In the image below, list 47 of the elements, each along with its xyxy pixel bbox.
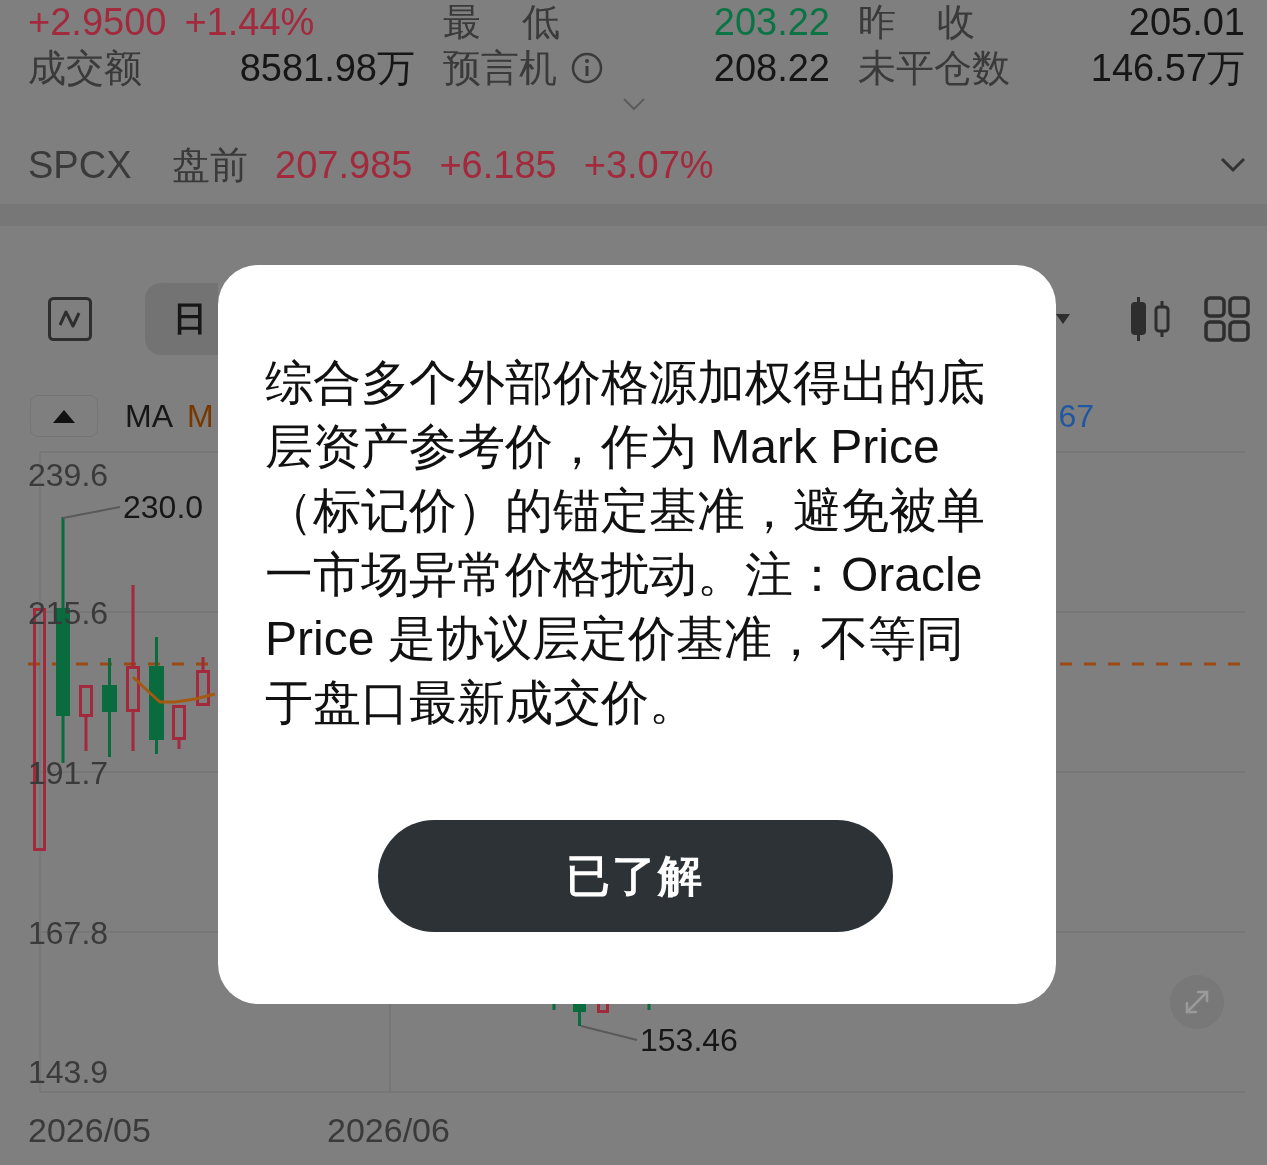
acknowledge-button[interactable]: 已了解 <box>377 820 893 932</box>
stat-label: 成交额 <box>28 46 142 90</box>
stat-label: 预言机 <box>443 46 557 90</box>
stat-label: 未平仓数 <box>858 46 1010 90</box>
candlestick <box>597 1004 609 1013</box>
collapse-button[interactable] <box>30 395 98 437</box>
stat-value: 208.22 <box>713 46 830 90</box>
indicator-label: M <box>187 397 214 435</box>
premarket-percent-change: +3.07% <box>583 143 714 187</box>
candlestick-icon[interactable] <box>1131 297 1171 341</box>
stat-value: 203.22 <box>713 0 830 44</box>
stat-label: 昨 收 <box>858 0 975 44</box>
leader-line <box>62 506 121 519</box>
high-price-label: 230.0 <box>123 488 204 527</box>
premarket-price: 207.985 <box>275 143 413 187</box>
axis-label: 239.6 <box>28 456 109 495</box>
date-label: 2026/05 <box>28 1110 151 1150</box>
line-chart-icon[interactable] <box>48 297 92 341</box>
indicator-value: 67 <box>1058 397 1094 435</box>
axis-label: 143.9 <box>28 1053 109 1092</box>
expand-icon <box>1183 988 1211 1016</box>
axis-label: 167.8 <box>28 914 109 953</box>
date-label: 2026/06 <box>327 1110 450 1150</box>
indicator-label: MA <box>125 397 173 435</box>
price-change: +2.9500 <box>28 0 167 44</box>
candlestick <box>172 705 186 749</box>
candlestick <box>647 1004 651 1010</box>
candlestick <box>196 657 210 706</box>
premarket-label: SPCX 盘前 <box>28 142 249 188</box>
candlestick <box>79 685 93 751</box>
candlestick <box>552 1004 556 1010</box>
period-tab[interactable]: 日 <box>145 283 218 355</box>
grid-icon[interactable] <box>1204 296 1250 342</box>
dialog-message: 综合多个外部价格源加权得出的底层资产参考价，作为 Mark Price（标记价）的锚定基准，避免被单一市场异常价格扰动。注：Oracle Price 是协议层定价基准，不等同于盘口最新成交价。 <box>265 355 986 731</box>
info-icon[interactable] <box>571 52 603 84</box>
premarket-change: +6.185 <box>439 143 557 187</box>
chevron-down-icon[interactable] <box>1220 157 1246 173</box>
candlestick <box>573 1004 586 1026</box>
percent-change: +1.44% <box>184 0 315 44</box>
stat-value: 146.57万 <box>1090 46 1245 90</box>
stat-value: 205.01 <box>1128 0 1245 44</box>
caret-down-icon[interactable] <box>1056 314 1070 324</box>
low-price-label: 153.46 <box>640 1021 738 1060</box>
leader-line <box>580 1025 638 1041</box>
stat-label: 最 低 <box>443 0 560 44</box>
stat-value: 8581.98万 <box>239 46 415 90</box>
triangle-up-icon <box>53 409 75 423</box>
